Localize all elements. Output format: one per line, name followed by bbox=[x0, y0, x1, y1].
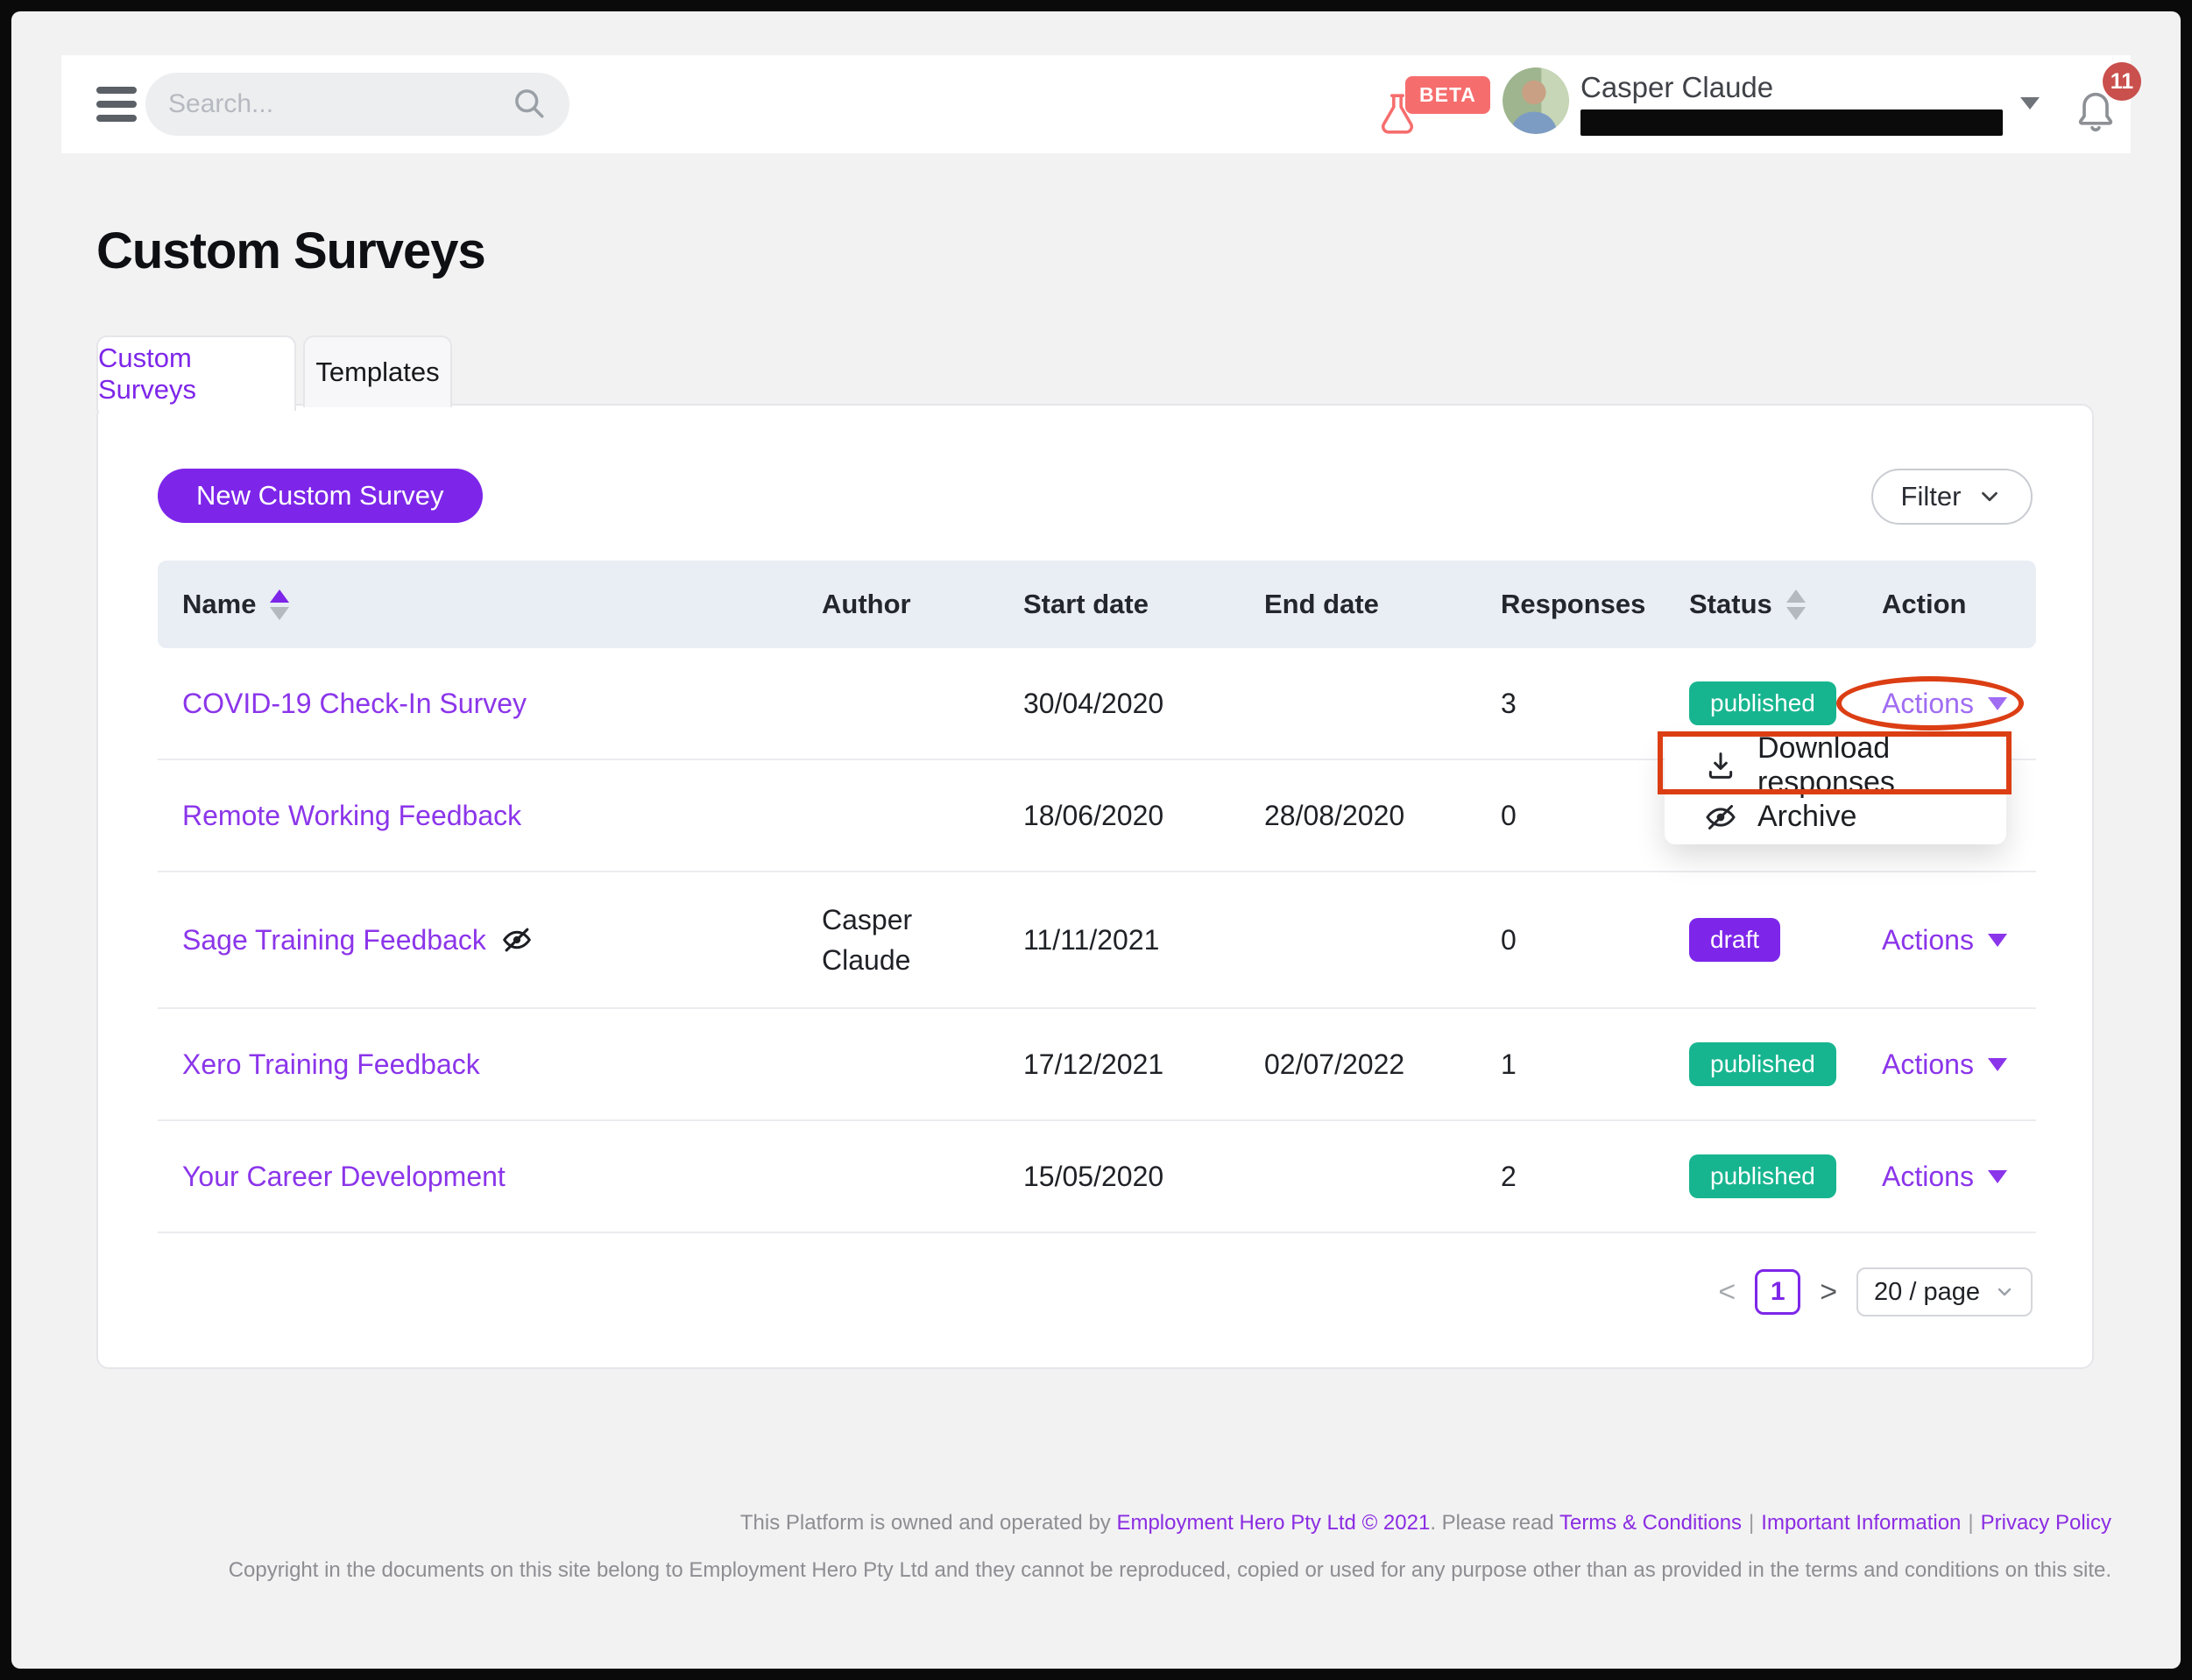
chevron-down-icon bbox=[1994, 1281, 2015, 1302]
download-icon bbox=[1703, 748, 1738, 783]
app-screen: BETA Casper Claude 11 Custom S bbox=[11, 11, 2181, 1669]
survey-name-link[interactable]: COVID-19 Check-In Survey bbox=[182, 688, 527, 720]
user-menu-caret-icon[interactable] bbox=[2020, 97, 2040, 109]
menu-item-download-responses[interactable]: Download responses bbox=[1665, 739, 2006, 791]
important-information-link[interactable]: Important Information bbox=[1761, 1511, 1961, 1535]
actions-button[interactable]: Actions bbox=[1882, 924, 2007, 956]
sort-asc-icon bbox=[270, 589, 289, 603]
pagination-prev-button[interactable]: < bbox=[1718, 1275, 1736, 1309]
caret-down-icon bbox=[1988, 697, 2007, 710]
redacted-email bbox=[1580, 109, 2003, 136]
caret-down-icon bbox=[1988, 1170, 2007, 1183]
search-bar[interactable] bbox=[145, 73, 569, 136]
copyright-text: Copyright in the documents on this site … bbox=[184, 1558, 2111, 1583]
filter-button[interactable]: Filter bbox=[1871, 469, 2033, 525]
tab-custom-surveys[interactable]: Custom Surveys bbox=[96, 335, 296, 411]
table-header: Name Author Start date End date Response… bbox=[158, 561, 2036, 648]
table-row: Your Career Development 15/05/2020 2 pub… bbox=[158, 1121, 2036, 1233]
search-icon[interactable] bbox=[510, 84, 547, 125]
company-link[interactable]: Employment Hero Pty Ltd © 2021 bbox=[1116, 1511, 1430, 1535]
surveys-card: New Custom Survey Filter Name Author Sta… bbox=[96, 404, 2094, 1369]
actions-dropdown-menu: Download responses Archive bbox=[1665, 738, 2006, 844]
search-input[interactable] bbox=[168, 89, 510, 119]
avatar[interactable] bbox=[1503, 67, 1569, 134]
page-size-select[interactable]: 20 / page bbox=[1856, 1267, 2033, 1316]
status-badge: published bbox=[1689, 1154, 1836, 1198]
hamburger-menu-icon[interactable] bbox=[96, 87, 137, 122]
status-badge: draft bbox=[1689, 918, 1780, 962]
eye-off-icon bbox=[500, 923, 534, 956]
table-row: Sage Training Feedback Casper Claude 11/… bbox=[158, 872, 2036, 1009]
eye-off-icon bbox=[1703, 800, 1738, 835]
survey-name-link[interactable]: Remote Working Feedback bbox=[182, 800, 521, 832]
new-custom-survey-button[interactable]: New Custom Survey bbox=[158, 469, 483, 523]
sort-desc-icon bbox=[270, 607, 289, 620]
table-row: Xero Training Feedback 17/12/2021 02/07/… bbox=[158, 1009, 2036, 1121]
beta-badge: BETA bbox=[1405, 76, 1490, 114]
tab-bar: Custom Surveys Templates bbox=[96, 335, 452, 407]
caret-down-icon bbox=[1988, 1058, 2007, 1071]
user-name[interactable]: Casper Claude bbox=[1580, 71, 1773, 104]
sort-asc-icon bbox=[1786, 589, 1806, 603]
card-toolbar: New Custom Survey Filter bbox=[158, 469, 2033, 525]
footer: This Platform is owned and operated by E… bbox=[184, 1511, 2111, 1583]
table-body: COVID-19 Check-In Survey 30/04/2020 3 pu… bbox=[158, 648, 2036, 1233]
status-badge: published bbox=[1689, 681, 1836, 725]
chevron-down-icon bbox=[1976, 484, 2003, 510]
actions-button[interactable]: Actions bbox=[1882, 1048, 2007, 1081]
page-title: Custom Surveys bbox=[96, 222, 485, 280]
actions-button[interactable]: Actions bbox=[1882, 1161, 2007, 1193]
survey-name-link[interactable]: Xero Training Feedback bbox=[182, 1048, 480, 1081]
notifications-button[interactable]: 11 bbox=[2073, 62, 2152, 146]
pagination-page-1[interactable]: 1 bbox=[1755, 1269, 1800, 1315]
caret-down-icon bbox=[1988, 934, 2007, 947]
notification-count-badge: 11 bbox=[2103, 62, 2141, 101]
pagination: < 1 > 20 / page bbox=[158, 1267, 2033, 1316]
privacy-policy-link[interactable]: Privacy Policy bbox=[1981, 1511, 2111, 1535]
top-bar: BETA Casper Claude 11 bbox=[61, 55, 2131, 153]
status-badge: published bbox=[1689, 1042, 1836, 1086]
survey-name-link[interactable]: Your Career Development bbox=[182, 1161, 506, 1193]
sort-status-control[interactable] bbox=[1786, 589, 1806, 620]
beta-flag: BETA bbox=[1375, 76, 1498, 134]
sort-desc-icon bbox=[1786, 607, 1806, 620]
survey-name-link[interactable]: Sage Training Feedback bbox=[182, 924, 486, 956]
sort-name-control[interactable] bbox=[270, 589, 289, 620]
actions-button[interactable]: Actions bbox=[1882, 688, 2007, 720]
terms-link[interactable]: Terms & Conditions bbox=[1559, 1511, 1742, 1535]
pagination-next-button[interactable]: > bbox=[1820, 1275, 1837, 1309]
tab-templates[interactable]: Templates bbox=[303, 335, 452, 407]
